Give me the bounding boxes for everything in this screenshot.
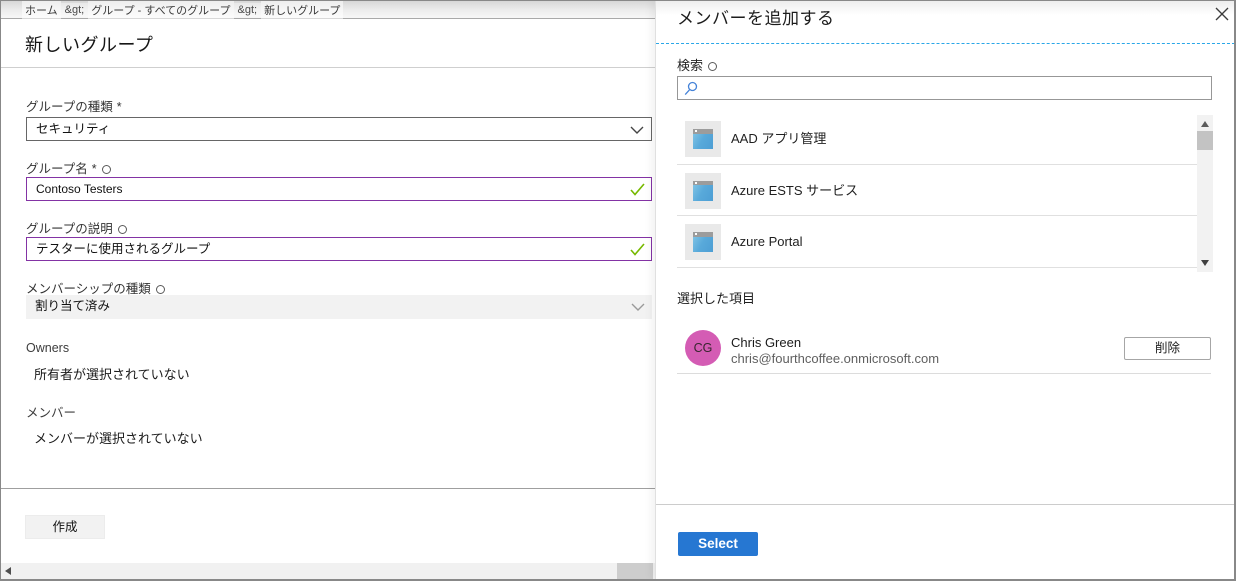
members-empty-text: メンバーが選択されていない xyxy=(34,431,203,446)
group-description-label: グループの説明 xyxy=(26,218,127,237)
search-results-list: AAD アプリ管理 Azure ESTS サービス Azure Portal xyxy=(656,113,1236,268)
panel-title: メンバーを追加する xyxy=(677,9,835,28)
result-row[interactable]: Azure Portal xyxy=(656,216,1236,268)
application-icon xyxy=(685,224,721,260)
scroll-down-arrow-icon[interactable] xyxy=(1200,260,1209,266)
valid-check-icon xyxy=(630,183,645,196)
result-row[interactable]: AAD アプリ管理 xyxy=(656,113,1236,165)
group-name-value: Contoso Testers xyxy=(36,182,123,196)
result-name: Azure Portal xyxy=(731,234,803,249)
application-icon xyxy=(685,172,721,209)
selected-items-heading: 選択した項目 xyxy=(677,291,756,306)
breadcrumb: ホーム &gt; グループ - すべてのグループ &gt; 新しいグループ xyxy=(22,0,344,19)
selected-person-name: Chris Green xyxy=(731,335,802,350)
row-divider xyxy=(677,266,1197,268)
horizontal-scrollbar-thumb[interactable] xyxy=(617,563,653,579)
avatar: CG xyxy=(685,330,721,366)
search-label: 検索 xyxy=(677,55,718,74)
group-description-value: テスターに使用されるグループ xyxy=(36,242,211,256)
required-asterisk: * xyxy=(116,100,122,114)
page-title: 新しいグループ xyxy=(25,35,154,55)
create-button[interactable]: 作成 xyxy=(25,515,105,539)
scroll-left-arrow-icon[interactable] xyxy=(5,567,11,575)
owners-label: Owners xyxy=(26,341,70,355)
breadcrumb-separator: &gt; xyxy=(60,2,89,17)
search-box xyxy=(677,76,1212,100)
panel-dashed-divider xyxy=(656,43,1235,44)
owners-empty-text: 所有者が選択されていない xyxy=(34,367,190,382)
footer-divider xyxy=(0,488,656,489)
breadcrumb-new-group[interactable]: 新しいグループ xyxy=(261,0,344,19)
selected-row-divider xyxy=(677,373,1211,374)
result-name: AAD アプリ管理 xyxy=(731,131,827,146)
chevron-down-icon xyxy=(631,303,645,311)
membership-type-dropdown[interactable]: 割り当て済み xyxy=(26,295,652,319)
group-name-input[interactable]: Contoso Testers xyxy=(26,177,652,201)
members-label: メンバー xyxy=(26,406,77,420)
result-row[interactable]: Azure ESTS サービス xyxy=(656,165,1236,216)
group-name-label: グループ名 * xyxy=(26,158,111,177)
info-icon[interactable] xyxy=(708,62,718,71)
membership-type-value: 割り当て済み xyxy=(35,299,111,313)
chevron-down-icon xyxy=(630,126,644,134)
remove-button[interactable]: 削除 xyxy=(1124,337,1211,360)
group-type-dropdown[interactable]: セキュリティ xyxy=(26,117,652,141)
scroll-up-arrow-icon[interactable] xyxy=(1200,121,1209,127)
new-group-blade: ホーム &gt; グループ - すべてのグループ &gt; 新しいグループ 新し… xyxy=(0,0,656,581)
breadcrumb-bar: ホーム &gt; グループ - すべてのグループ &gt; 新しいグループ xyxy=(0,0,656,19)
group-description-input[interactable]: テスターに使用されるグループ xyxy=(26,237,652,261)
search-input[interactable] xyxy=(702,78,1207,98)
selected-person-email: chris@fourthcoffee.onmicrosoft.com xyxy=(731,351,940,366)
title-divider xyxy=(0,67,656,68)
vertical-scrollbar-thumb[interactable] xyxy=(1197,131,1213,150)
close-icon[interactable] xyxy=(1214,6,1230,22)
vertical-scrollbar[interactable] xyxy=(1197,115,1213,272)
select-button[interactable]: Select xyxy=(678,532,758,556)
breadcrumb-home[interactable]: ホーム xyxy=(22,0,61,19)
info-icon[interactable] xyxy=(101,165,111,174)
azure-portal-screen: ホーム &gt; グループ - すべてのグループ &gt; 新しいグループ 新し… xyxy=(0,0,1236,581)
search-icon xyxy=(684,81,698,96)
horizontal-scrollbar[interactable] xyxy=(1,563,656,579)
result-name: Azure ESTS サービス xyxy=(731,182,859,198)
info-icon[interactable] xyxy=(117,225,127,234)
add-members-panel: メンバーを追加する 検索 AAD アプリ管理 Azure ESTS サービス A… xyxy=(655,0,1235,579)
breadcrumb-groups[interactable]: グループ - すべてのグループ xyxy=(88,0,234,19)
required-asterisk: * xyxy=(91,162,97,176)
info-icon[interactable] xyxy=(155,285,165,294)
breadcrumb-separator: &gt; xyxy=(233,2,262,17)
panel-footer-divider xyxy=(656,504,1235,505)
group-type-value: セキュリティ xyxy=(36,122,111,136)
group-type-label: グループの種類 * xyxy=(26,100,122,114)
application-icon xyxy=(685,121,721,157)
valid-check-icon xyxy=(630,243,645,256)
